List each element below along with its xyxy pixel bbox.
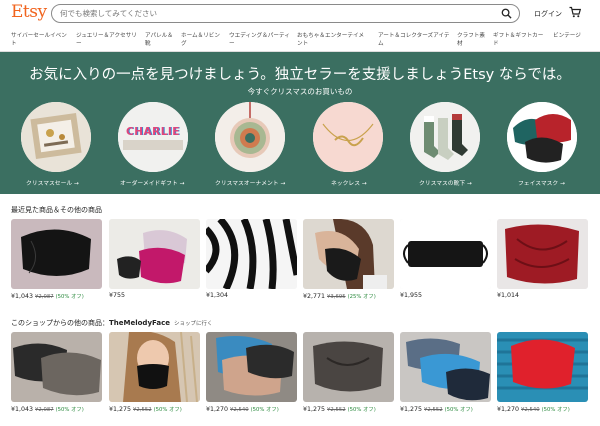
- category-label[interactable]: フェイスマスク →: [518, 178, 565, 187]
- product-image[interactable]: [497, 332, 588, 402]
- nav-item-toys[interactable]: おもちゃ＆エンターテイメント: [297, 32, 369, 48]
- category-image[interactable]: [313, 102, 383, 172]
- category-label[interactable]: オーダーメイドギフト →: [120, 178, 184, 187]
- product-price: ¥1,043 ¥2,087 (50% オフ): [11, 406, 84, 413]
- product-price: ¥1,304: [206, 292, 229, 299]
- product-image[interactable]: [497, 219, 588, 289]
- recent-section-title: 最近見た商品＆その他の商品: [11, 206, 102, 214]
- product-price: ¥1,270 ¥2,540 (50% オフ): [497, 406, 570, 413]
- category-image[interactable]: CHARLIE: [118, 102, 188, 172]
- category-image[interactable]: [507, 102, 577, 172]
- charlie-nameplate: CHARLIE: [126, 126, 180, 138]
- nav-item-vintage[interactable]: ビンテージ: [553, 32, 583, 40]
- product-image[interactable]: [400, 219, 491, 289]
- shop-goto-link[interactable]: ショップに行く: [174, 321, 213, 327]
- product-image[interactable]: [109, 219, 200, 289]
- nav-item-gifts[interactable]: ギフト＆ギフトカード: [493, 32, 547, 48]
- category-nav: サイバーセールイベント ジュエリー＆アクセサリー アパレル＆靴 ホーム＆リビング…: [0, 28, 600, 52]
- category-label[interactable]: ネックレス →: [331, 178, 367, 187]
- category-label[interactable]: クリスマスオーナメント →: [215, 178, 285, 187]
- search-icon[interactable]: [501, 8, 512, 19]
- product-price: ¥1,275 ¥2,552 (50% オフ): [303, 406, 376, 413]
- product-image[interactable]: [11, 219, 102, 289]
- category-label[interactable]: クリスマスセール →: [26, 178, 79, 187]
- shop-name-link[interactable]: TheMelodyFace: [109, 319, 170, 327]
- search-bar[interactable]: 何でも検索してみてください: [51, 4, 520, 23]
- nav-item-jewelry[interactable]: ジュエリー＆アクセサリー: [76, 32, 140, 48]
- category-image[interactable]: [21, 102, 91, 172]
- product-image[interactable]: [400, 332, 491, 402]
- product-price: ¥1,275 ¥2,552 (50% オフ): [400, 406, 473, 413]
- site-header: Etsy 何でも検索してみてください ログイン: [0, 0, 600, 28]
- cart-icon[interactable]: [569, 6, 581, 18]
- etsy-logo[interactable]: Etsy: [11, 2, 47, 22]
- nav-item-apparel[interactable]: アパレル＆靴: [145, 32, 175, 48]
- product-image[interactable]: [206, 219, 297, 289]
- product-image[interactable]: [303, 219, 394, 289]
- product-price: ¥2,771 ¥3,695 (25% オフ): [303, 293, 376, 300]
- signin-link[interactable]: ログイン: [534, 9, 562, 19]
- category-image[interactable]: [410, 102, 480, 172]
- nav-item-craft[interactable]: クラフト素材: [457, 32, 487, 48]
- product-price: ¥1,270 ¥2,540 (50% オフ): [206, 406, 279, 413]
- search-input[interactable]: 何でも検索してみてください: [60, 8, 157, 19]
- category-label[interactable]: クリスマスの靴下 →: [419, 178, 472, 187]
- product-image[interactable]: [303, 332, 394, 402]
- shop-section-title: このショップからの他の商品：TheMelodyFace ショップに行く: [11, 319, 213, 327]
- product-price: ¥1,955: [400, 292, 423, 299]
- nav-item-wedding[interactable]: ウエディング＆パーティー: [229, 32, 291, 48]
- product-price: ¥1,043 ¥2,087 (50% オフ): [11, 293, 84, 300]
- hero-title: お気に入りの一点を見つけましょう。独立セラーを支援しましょうEtsy ならでは。: [29, 67, 571, 83]
- product-image[interactable]: [109, 332, 200, 402]
- category-image[interactable]: [215, 102, 285, 172]
- product-price: ¥755: [109, 292, 126, 299]
- product-image[interactable]: [11, 332, 102, 402]
- product-price: ¥1,275 ¥2,552 (50% オフ): [109, 406, 182, 413]
- nav-item-art[interactable]: アート＆コレクターズアイテム: [378, 32, 452, 48]
- nav-item-home[interactable]: ホーム＆リビング: [181, 32, 223, 48]
- hero-banner: お気に入りの一点を見つけましょう。独立セラーを支援しましょうEtsy ならでは。…: [0, 52, 600, 194]
- product-price: ¥1,014: [497, 292, 520, 299]
- hero-subtitle: 今すぐクリスマスのお買いもの: [247, 87, 353, 96]
- product-image[interactable]: [206, 332, 297, 402]
- nav-item-cyber-sale[interactable]: サイバーセールイベント: [11, 32, 71, 48]
